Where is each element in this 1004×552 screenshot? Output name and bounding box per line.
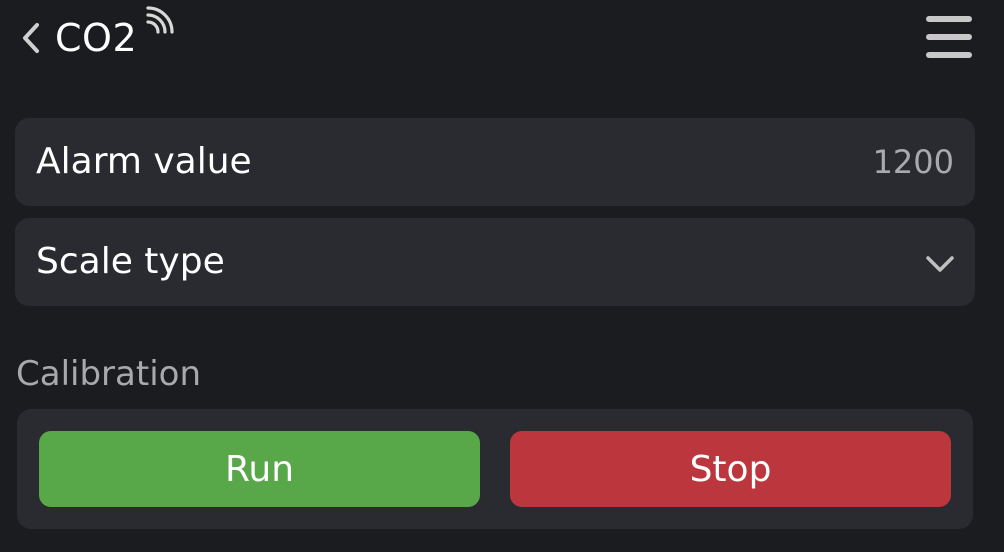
page-title: CO2 bbox=[55, 16, 138, 60]
alarm-value-row[interactable]: Alarm value 1200 bbox=[15, 118, 975, 206]
calibration-title: Calibration bbox=[16, 354, 201, 394]
hamburger-menu-icon bbox=[926, 34, 972, 40]
stop-button[interactable]: Stop bbox=[510, 431, 951, 507]
run-button[interactable]: Run bbox=[39, 431, 480, 507]
alarm-value: 1200 bbox=[872, 143, 954, 181]
alarm-value-label: Alarm value bbox=[36, 141, 252, 182]
scale-type-select[interactable]: Scale type bbox=[15, 218, 975, 306]
hamburger-menu-icon bbox=[926, 16, 972, 22]
back-button[interactable] bbox=[14, 18, 48, 58]
chevron-down-icon bbox=[926, 256, 954, 272]
scale-type-label: Scale type bbox=[36, 241, 225, 282]
chevron-left-icon bbox=[23, 23, 39, 53]
wifi-signal-icon bbox=[146, 6, 174, 34]
hamburger-menu-icon bbox=[926, 52, 972, 58]
menu-button[interactable] bbox=[922, 14, 976, 62]
calibration-panel: Run Stop bbox=[17, 409, 973, 529]
